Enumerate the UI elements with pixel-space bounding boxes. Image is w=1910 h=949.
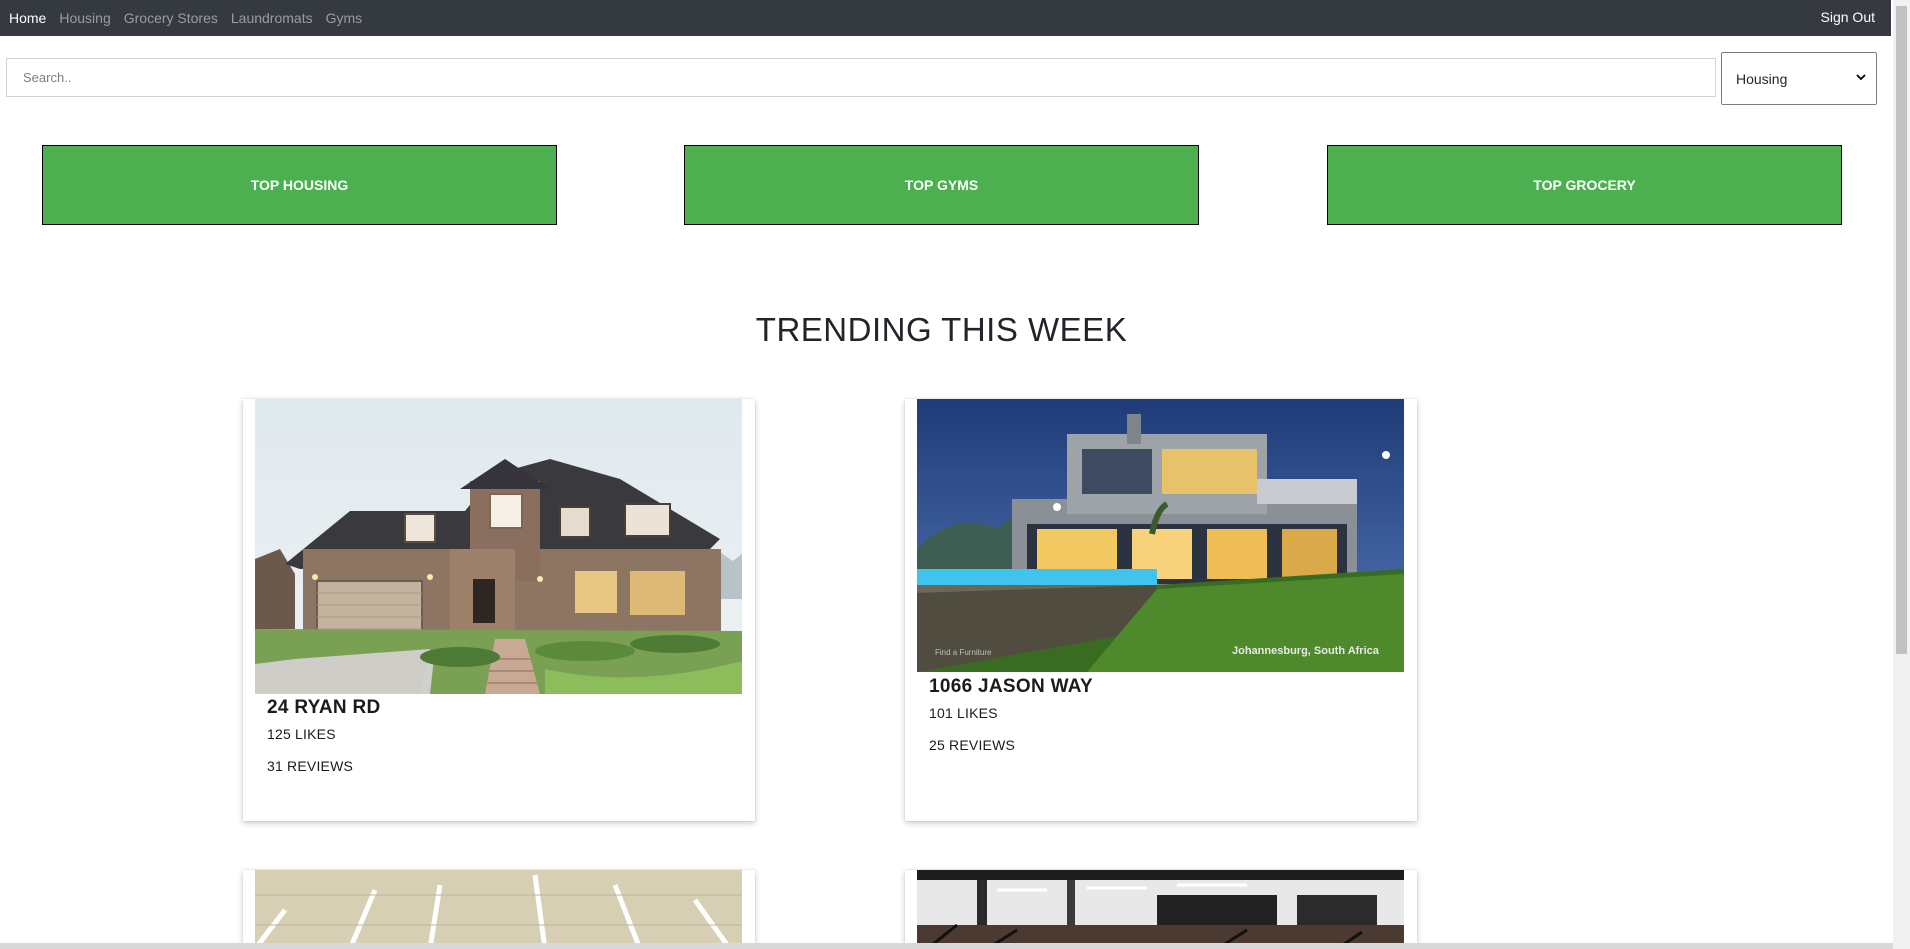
nav-link-laundromats[interactable]: Laundromats xyxy=(231,10,313,26)
top-gyms-button[interactable]: TOP GYMS xyxy=(684,145,1199,225)
property-name[interactable]: 24 RYAN RD xyxy=(267,697,381,719)
search-input[interactable] xyxy=(6,58,1716,97)
page-scrollbar[interactable] xyxy=(1893,0,1910,949)
trending-card[interactable] xyxy=(905,870,1417,949)
horizontal-scrollbar[interactable] xyxy=(0,943,1893,949)
likes-count: 101 LIKES xyxy=(929,705,998,721)
image-caption: Johannesburg, South Africa xyxy=(1232,645,1380,657)
nav-link-home[interactable]: Home xyxy=(9,10,46,26)
nav-links: Home Housing Grocery Stores Laundromats … xyxy=(0,10,375,26)
property-image[interactable] xyxy=(255,399,742,694)
top-housing-button[interactable]: TOP HOUSING xyxy=(42,145,557,225)
image-watermark: Find a Furniture xyxy=(935,648,992,657)
nav-link-housing[interactable]: Housing xyxy=(59,10,110,26)
reviews-count: 31 REVIEWS xyxy=(267,758,354,774)
category-select[interactable]: Housing xyxy=(1721,52,1877,105)
chevron-down-icon xyxy=(1856,74,1866,81)
top-grocery-button[interactable]: TOP GROCERY xyxy=(1327,145,1842,225)
property-image[interactable]: Johannesburg, South Africa Find a Furnit… xyxy=(917,399,1404,672)
trending-card[interactable] xyxy=(243,870,755,949)
likes-count: 125 LIKES xyxy=(267,726,336,742)
top-navbar: Home Housing Grocery Stores Laundromats … xyxy=(0,0,1891,36)
nav-link-gyms[interactable]: Gyms xyxy=(326,10,363,26)
property-image[interactable] xyxy=(255,870,742,949)
trending-card[interactable]: 24 RYAN RD 125 LIKES 31 REVIEWS xyxy=(243,399,755,821)
reviews-count: 25 REVIEWS xyxy=(929,737,1016,753)
trending-title: TRENDING THIS WEEK xyxy=(755,311,1128,348)
property-name[interactable]: 1066 JASON WAY xyxy=(929,676,1093,698)
trending-card[interactable]: Johannesburg, South Africa Find a Furnit… xyxy=(905,399,1417,821)
scrollbar-thumb[interactable] xyxy=(1896,6,1907,654)
property-image[interactable] xyxy=(917,870,1404,949)
nav-link-grocery-stores[interactable]: Grocery Stores xyxy=(124,10,218,26)
sign-out-link[interactable]: Sign Out xyxy=(1821,9,1875,25)
category-select-value: Housing xyxy=(1736,70,1788,87)
